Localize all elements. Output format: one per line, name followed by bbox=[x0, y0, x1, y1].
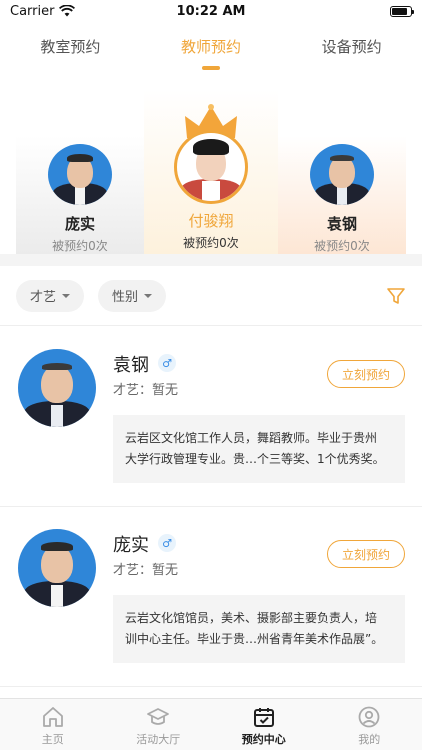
status-left: Carrier bbox=[10, 3, 76, 19]
tab-active-indicator bbox=[201, 66, 220, 70]
avatar bbox=[18, 349, 96, 427]
list-item[interactable]: 袁钢 ♂ 才艺：暂无 立刻预约 云岩区文化馆工作人员，舞蹈教师。毕业于贵州 大学… bbox=[0, 327, 422, 507]
intro-line: 训中心主任。毕业于贵…州省青年美术作品展”。 bbox=[125, 632, 384, 646]
avatar bbox=[18, 529, 96, 607]
tab-teacher-label: 教师预约 bbox=[180, 38, 241, 56]
teacher-talent: 才艺：暂无 bbox=[113, 383, 179, 398]
nav-booking-center[interactable]: 预约中心 bbox=[219, 705, 309, 747]
avatar-figure-shirt bbox=[75, 187, 85, 205]
male-icon: ♂ bbox=[158, 354, 176, 372]
talent-filter-label: 才艺 bbox=[30, 290, 57, 305]
chevron-down-icon bbox=[62, 293, 71, 298]
nav-activity-hall[interactable]: 活动大厅 bbox=[113, 705, 203, 747]
carousel-name: 袁钢 bbox=[326, 215, 357, 233]
wifi-icon bbox=[59, 5, 76, 17]
filter-bar: 才艺 性别 bbox=[0, 266, 422, 326]
tab-classroom-label: 教室预约 bbox=[40, 38, 101, 56]
gender-filter-dropdown[interactable]: 性别 bbox=[98, 279, 167, 312]
teacher-list: 袁钢 ♂ 才艺：暂无 立刻预约 云岩区文化馆工作人员，舞蹈教师。毕业于贵州 大学… bbox=[0, 327, 422, 687]
book-now-button[interactable]: 立刻预约 bbox=[327, 540, 405, 568]
chevron-down-icon bbox=[144, 293, 153, 298]
avatar-figure-hair bbox=[42, 363, 72, 370]
avatar-figure-shirt bbox=[51, 405, 63, 427]
avatar-figure-hair bbox=[193, 139, 229, 155]
list-item[interactable]: 庞实 ♂ 才艺：暂无 立刻预约 云岩文化馆馆员，美术、摄影部主要负责人，培 训中… bbox=[0, 507, 422, 687]
talent-filter-dropdown[interactable]: 才艺 bbox=[16, 279, 85, 312]
gender-filter-label: 性别 bbox=[112, 290, 139, 305]
intro-line: 云岩文化馆馆员，美术、摄影部主要负责人，培 bbox=[125, 611, 378, 625]
teacher-name: 袁钢 bbox=[113, 355, 149, 376]
home-icon bbox=[42, 707, 63, 727]
avatar-figure-shirt bbox=[51, 585, 63, 607]
tab-equipment[interactable]: 设备预约 bbox=[292, 36, 412, 57]
user-icon bbox=[358, 706, 380, 728]
teacher-intro: 云岩区文化馆工作人员，舞蹈教师。毕业于贵州 大学行政管理专业。贵…个三等奖、1个… bbox=[113, 415, 405, 483]
nav-home-label: 主页 bbox=[41, 733, 64, 746]
tab-classroom[interactable]: 教室预约 bbox=[10, 36, 130, 57]
graduation-cap-icon bbox=[147, 708, 170, 725]
gender-symbol: ♂ bbox=[162, 536, 172, 550]
calendar-check-icon bbox=[253, 708, 274, 727]
book-now-button[interactable]: 立刻预约 bbox=[327, 360, 405, 388]
battery-fill bbox=[392, 7, 408, 15]
teacher-intro: 云岩文化馆馆员，美术、摄影部主要负责人，培 训中心主任。毕业于贵…州省青年美术作… bbox=[113, 595, 405, 663]
carousel-count: 被预约0次 bbox=[52, 239, 108, 253]
carousel-card-left[interactable]: 庞实 被预约0次 bbox=[16, 136, 144, 254]
intro-line: 大学行政管理专业。贵…个三等奖、1个优秀奖。 bbox=[125, 452, 385, 466]
carousel-count: 被预约0次 bbox=[183, 236, 239, 250]
avatar-figure-hair bbox=[67, 154, 93, 162]
avatar-figure-head bbox=[41, 365, 73, 403]
male-icon: ♂ bbox=[158, 534, 176, 552]
avatar bbox=[48, 144, 112, 205]
avatar-figure-shirt bbox=[202, 181, 220, 201]
teacher-talent: 才艺：暂无 bbox=[113, 563, 179, 578]
section-divider bbox=[0, 254, 422, 266]
filter-icon[interactable] bbox=[386, 286, 406, 306]
top-tab-bar: 教室预约 教师预约 设备预约 bbox=[0, 22, 422, 84]
status-bar: Carrier 10:22 AM bbox=[0, 0, 422, 22]
carousel-card-center[interactable]: 付骏翔 被预约0次 bbox=[144, 90, 278, 254]
nav-mine[interactable]: 我的 bbox=[324, 705, 414, 747]
carousel-count: 被预约0次 bbox=[314, 239, 370, 253]
teacher-carousel: 庞实 被预约0次 付骏翔 被预约0次 袁钢 被预约0次 bbox=[0, 84, 422, 254]
intro-line: 云岩区文化馆工作人员，舞蹈教师。毕业于贵州 bbox=[125, 431, 378, 445]
nav-booking-center-label: 预约中心 bbox=[241, 733, 286, 746]
nav-home[interactable]: 主页 bbox=[8, 705, 98, 747]
avatar bbox=[174, 130, 248, 204]
carousel-name: 付骏翔 bbox=[188, 212, 234, 230]
avatar bbox=[310, 144, 374, 205]
tab-equipment-label: 设备预约 bbox=[321, 38, 382, 56]
nav-mine-label: 我的 bbox=[358, 733, 381, 746]
carousel-card-right[interactable]: 袁钢 被预约0次 bbox=[278, 136, 406, 254]
teacher-name: 庞实 bbox=[113, 535, 149, 556]
tab-teacher[interactable]: 教师预约 bbox=[151, 36, 271, 70]
nav-activity-hall-label: 活动大厅 bbox=[136, 733, 181, 746]
avatar-figure-hair bbox=[41, 542, 73, 551]
carrier-label: Carrier bbox=[10, 3, 55, 19]
avatar-figure-hair bbox=[330, 155, 354, 161]
bottom-tab-bar: 主页 活动大厅 预约中心 我的 bbox=[0, 698, 422, 750]
gender-symbol: ♂ bbox=[162, 356, 172, 370]
avatar-figure-shirt bbox=[337, 187, 347, 205]
battery-icon bbox=[390, 5, 414, 17]
carousel-name: 庞实 bbox=[64, 215, 95, 233]
